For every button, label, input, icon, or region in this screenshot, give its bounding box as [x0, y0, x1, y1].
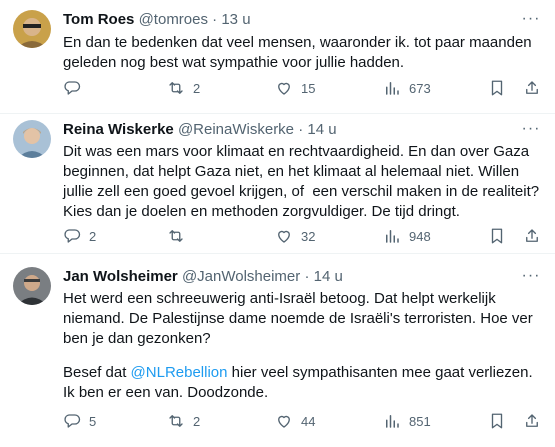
more-icon[interactable]: ··· [521, 11, 541, 30]
author-handle[interactable]: @JanWolsheimer [182, 268, 300, 285]
avatar[interactable] [13, 120, 51, 158]
reply-icon [64, 81, 81, 95]
reply-count: 5 [89, 413, 97, 429]
avatar[interactable] [13, 267, 51, 305]
share-icon [526, 229, 538, 242]
bookmark-icon [491, 228, 503, 244]
like-count: 44 [301, 413, 316, 429]
like-button[interactable]: 44 [275, 411, 315, 431]
tweet-text-second-paragraph: Besef dat @NLRebellion hier veel sympath… [63, 363, 543, 403]
tweet-reina-wiskerke[interactable]: Reina Wiskerke @ReinaWiskerke · 14 u ···… [0, 114, 555, 254]
views-count: 673 [409, 80, 431, 96]
more-icon[interactable]: ··· [521, 121, 541, 140]
views-count: 851 [409, 413, 431, 429]
tweet-jan-wolsheimer[interactable]: Jan Wolsheimer @JanWolsheimer · 14 u ···… [0, 254, 555, 447]
tweet-text: Het werd een schreeuwerig anti-Israël be… [63, 290, 537, 347]
reply-icon [64, 229, 81, 243]
bookmark-button[interactable] [488, 411, 506, 431]
like-count: 32 [301, 228, 316, 244]
mention-link[interactable]: @NLRebellion [131, 364, 228, 381]
like-icon [278, 415, 290, 428]
author-name[interactable]: Tom Roes [63, 11, 134, 28]
tweet-text: En dan te bedenken dat veel mensen, waar… [63, 34, 536, 71]
reply-button[interactable]: 5 [63, 411, 96, 431]
like-icon [278, 82, 290, 95]
share-icon [526, 414, 538, 427]
views-button[interactable]: 673 [383, 78, 431, 98]
retweet-count: 2 [193, 413, 201, 429]
bookmark-icon [491, 413, 503, 429]
separator-dot: · [212, 11, 218, 28]
reply-icon [64, 414, 81, 428]
views-icon [386, 82, 399, 95]
bookmark-button[interactable] [488, 226, 506, 246]
separator-dot: · [298, 121, 304, 138]
like-count: 15 [301, 80, 316, 96]
bookmark-icon [491, 80, 503, 96]
share-button[interactable] [523, 411, 541, 431]
retweet-button[interactable] [167, 226, 193, 246]
views-button[interactable]: 948 [383, 226, 431, 246]
views-icon [386, 230, 399, 243]
views-count: 948 [409, 228, 431, 244]
retweet-icon [169, 82, 183, 94]
timestamp[interactable]: 14 u [314, 268, 343, 285]
views-icon [386, 415, 399, 428]
tweet-actions: 2 32 948 [0, 226, 555, 246]
retweet-icon [169, 415, 183, 427]
retweet-icon [169, 230, 183, 242]
author-name[interactable]: Jan Wolsheimer [63, 268, 178, 285]
timestamp[interactable]: 14 u [307, 121, 336, 138]
retweet-button[interactable]: 2 [167, 78, 200, 98]
author-handle[interactable]: @ReinaWiskerke [178, 121, 294, 138]
text-segment: Besef dat [63, 364, 131, 381]
like-button[interactable]: 32 [275, 226, 315, 246]
share-button[interactable] [523, 78, 541, 98]
tweet-actions: 2 15 673 [0, 78, 555, 98]
reply-button[interactable] [63, 78, 89, 98]
share-button[interactable] [523, 226, 541, 246]
tweet-text: Dit was een mars voor klimaat en rechtva… [63, 143, 544, 220]
tweet-tom-roes[interactable]: Tom Roes @tomroes · 13 u ··· En dan te b… [0, 0, 555, 114]
like-button[interactable]: 15 [275, 78, 315, 98]
separator-dot: · [304, 268, 310, 285]
share-icon [526, 81, 538, 94]
more-icon[interactable]: ··· [521, 268, 541, 287]
reply-button[interactable]: 2 [63, 226, 96, 246]
author-handle[interactable]: @tomroes [139, 11, 208, 28]
tweet-actions: 5 2 44 851 [0, 411, 555, 431]
author-name[interactable]: Reina Wiskerke [63, 121, 174, 138]
avatar[interactable] [13, 10, 51, 48]
bookmark-button[interactable] [488, 78, 506, 98]
like-icon [278, 230, 290, 243]
retweet-count: 2 [193, 80, 201, 96]
timestamp[interactable]: 13 u [221, 11, 250, 28]
reply-count: 2 [89, 228, 97, 244]
retweet-button[interactable]: 2 [167, 411, 200, 431]
views-button[interactable]: 851 [383, 411, 431, 431]
